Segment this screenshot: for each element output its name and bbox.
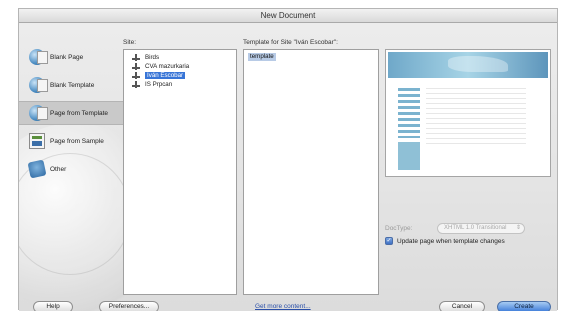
doctype-label: DocType: <box>385 225 413 232</box>
category-label: Page from Sample <box>50 137 104 145</box>
category-other[interactable]: Other <box>19 157 123 181</box>
template-list[interactable]: template <box>243 49 379 295</box>
site-label: Birds <box>145 54 160 61</box>
create-button[interactable]: Create <box>497 301 551 311</box>
preview-content <box>426 88 526 148</box>
chevron-updown-icon: ⇕ <box>515 225 521 231</box>
doctype-value: XHTML 1.0 Transitional <box>444 225 507 231</box>
site-icon <box>132 81 140 88</box>
get-more-content-link[interactable]: Get more content... <box>255 303 311 310</box>
site-item[interactable]: CVA mazurkaria <box>124 62 236 71</box>
preview-sidebar <box>398 88 420 138</box>
site-icon <box>132 72 140 79</box>
blank-template-icon <box>29 77 48 93</box>
blank-page-icon <box>29 49 48 65</box>
site-label: CVA mazurkaria <box>145 63 190 70</box>
other-icon <box>27 159 47 179</box>
preview-banner <box>388 52 548 78</box>
site-label: Iván Escobar <box>145 72 186 79</box>
template-heading: Template for Site "Iván Escobar": <box>243 39 338 46</box>
site-list[interactable]: Birds CVA mazurkaria Iván Escobar IS Prp… <box>123 49 237 295</box>
category-page-from-template[interactable]: Page from Template <box>19 101 123 125</box>
category-blank-page[interactable]: Blank Page <box>19 45 123 69</box>
update-page-checkbox[interactable]: ✓ <box>385 237 393 245</box>
update-page-label: Update page when template changes <box>397 237 505 245</box>
dialog-title: New Document <box>19 9 557 23</box>
site-label: IS Prpcan <box>145 81 173 88</box>
site-icon <box>132 63 140 70</box>
site-item[interactable]: Birds <box>124 53 236 62</box>
category-label: Blank Page <box>50 53 84 61</box>
doctype-select[interactable]: XHTML 1.0 Transitional ⇕ <box>437 223 525 234</box>
site-item[interactable]: IS Prpcan <box>124 80 236 89</box>
category-blank-template[interactable]: Blank Template <box>19 73 123 97</box>
new-document-dialog: New Document Blank Page Blank Template P… <box>18 8 558 311</box>
site-item-selected[interactable]: Iván Escobar <box>124 71 236 80</box>
category-label: Blank Template <box>50 81 95 89</box>
site-heading: Site: <box>123 39 137 46</box>
cancel-button[interactable]: Cancel <box>439 301 485 311</box>
preview-box <box>398 142 420 170</box>
category-label: Other <box>50 165 67 173</box>
page-from-template-icon <box>29 105 48 121</box>
preferences-button[interactable]: Preferences... <box>99 301 159 311</box>
page-from-sample-icon <box>29 133 45 149</box>
category-page-from-sample[interactable]: Page from Sample <box>19 129 123 153</box>
help-button[interactable]: Help <box>33 301 73 311</box>
doctype-row: DocType: XHTML 1.0 Transitional ⇕ <box>385 223 525 234</box>
dialog-body: Blank Page Blank Template Page from Temp… <box>19 23 557 311</box>
update-option-row: ✓ Update page when template changes <box>385 237 505 245</box>
category-label: Page from Template <box>50 109 109 117</box>
template-item-selected[interactable]: template <box>248 53 276 61</box>
site-icon <box>132 54 140 61</box>
category-list: Blank Page Blank Template Page from Temp… <box>19 45 123 185</box>
template-preview <box>385 49 551 177</box>
